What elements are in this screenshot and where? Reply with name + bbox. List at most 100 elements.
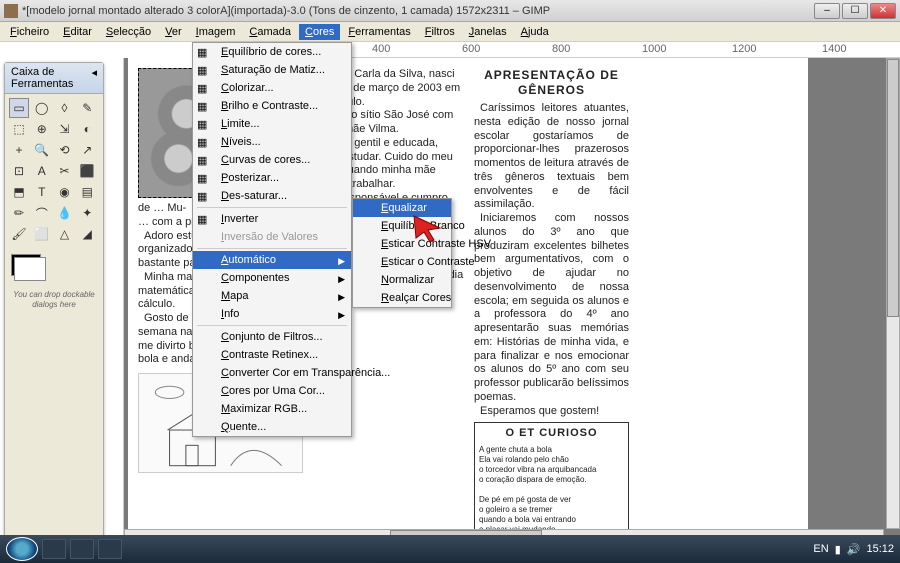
tool-27[interactable]: ◢ [77,224,97,244]
drop-hint: You can drop dockable dialogs here [5,282,103,317]
tool-25[interactable]: ⬜ [32,224,52,244]
colorize-icon: ▦ [197,82,211,96]
menu-editar[interactable]: Editar [57,24,98,40]
menuitem-mapa[interactable]: Mapa▶ [193,287,351,305]
menuitem-curvas-de-cores-[interactable]: ▦Curvas de cores... [193,151,351,169]
submenu-automatico: EqualizarEquilíbrio BrancoEsticar Contra… [352,198,452,308]
tool-13[interactable]: A [32,161,52,181]
menu-cores[interactable]: Cores [299,24,340,40]
menu-ferramentas[interactable]: Ferramentas [342,24,416,40]
menuitem-converter-cor-em-transpar-ncia-[interactable]: Converter Cor em Transparência... [193,364,351,382]
box-heading: O ET CURIOSO [479,427,624,441]
body-text: Caríssimos leitores atuantes, nesta ediç… [474,102,629,212]
menuitem-normalizar[interactable]: Normalizar [353,271,451,289]
menuitem-des-saturar-[interactable]: ▦Des-saturar... [193,187,351,205]
tool-8[interactable]: + [9,140,29,160]
tool-9[interactable]: 🔍 [32,140,52,160]
tool-24[interactable]: 🖌 [9,224,29,244]
tray-lang[interactable]: EN [813,543,828,555]
menuitem-posterizar-[interactable]: ▦Posterizar... [193,169,351,187]
menuitem-esticar-o-contraste[interactable]: Esticar o Contraste [353,253,451,271]
maximize-button[interactable]: ☐ [842,3,868,19]
taskbar: EN ▮ 🔊 15:12 [0,535,900,563]
menuitem-brilho-e-contraste-[interactable]: ▦Brilho e Contraste... [193,97,351,115]
tool-17[interactable]: T [32,182,52,202]
tool-6[interactable]: ⇲ [55,119,75,139]
menuitem-esticar-contraste-hsv[interactable]: Esticar Contraste HSV [353,235,451,253]
tray-clock[interactable]: 15:12 [866,543,894,555]
app-icon [4,4,18,18]
tool-23[interactable]: ✦ [77,203,97,223]
menuitem-info[interactable]: Info▶ [193,305,351,323]
menu-filtros[interactable]: Filtros [419,24,461,40]
tool-14[interactable]: ✂ [55,161,75,181]
tool-11[interactable]: ↗ [77,140,97,160]
tool-12[interactable]: ⊡ [9,161,29,181]
menuitem-equil-brio-de-cores-[interactable]: ▦Equilíbrio de cores... [193,43,351,61]
menu-ver[interactable]: Ver [159,24,188,40]
brightness-icon: ▦ [197,100,211,114]
tool-2[interactable]: ◊ [55,98,75,118]
tool-0[interactable]: ▭ [9,98,29,118]
ruler-vertical [108,58,124,543]
tool-21[interactable]: ⌒ [32,203,52,223]
menuitem-equil-brio-branco[interactable]: Equilíbrio Branco [353,217,451,235]
menuitem-maximizar-rgb-[interactable]: Maximizar RGB... [193,400,351,418]
menuitem-invers-o-de-valores: Inversão de Valores [193,228,351,246]
menuitem-limite-[interactable]: ▦Limite... [193,115,351,133]
tool-18[interactable]: ◉ [55,182,75,202]
close-button[interactable]: ✕ [870,3,896,19]
menuitem-quente-[interactable]: Quente... [193,418,351,436]
toolbox-panel: Caixa de Ferramentas ◂ ▭◯◊✎ ⬚⊕⇲◐ +🔍⟲↗ ⊡A✂⬛ ⬒… [4,62,104,539]
start-button[interactable] [6,537,38,561]
menuitem-autom-tico[interactable]: Automático▶ [193,251,351,269]
tool-7[interactable]: ◐ [77,119,97,139]
minimize-button[interactable]: – [814,3,840,19]
curves-icon: ▦ [197,154,211,168]
toolbox-collapse-icon[interactable]: ◂ [91,66,97,90]
threshold-icon: ▦ [197,118,211,132]
tool-16[interactable]: ⬒ [9,182,29,202]
taskbar-app-icon[interactable] [42,539,66,559]
invert-icon: ▦ [197,213,211,227]
taskbar-app-icon[interactable] [98,539,122,559]
menu-selecção[interactable]: Selecção [100,24,157,40]
menuitem-contraste-retinex-[interactable]: Contraste Retinex... [193,346,351,364]
chevron-right-icon: ▶ [338,310,345,321]
chevron-right-icon: ▶ [338,274,345,285]
tool-3[interactable]: ✎ [77,98,97,118]
system-tray: EN ▮ 🔊 15:12 [813,543,894,556]
window-title: *[modelo jornal montado alterado 3 color… [22,5,814,17]
menuitem-colorizar-[interactable]: ▦Colorizar... [193,79,351,97]
menu-ajuda[interactable]: Ajuda [515,24,555,40]
tool-26[interactable]: △ [55,224,75,244]
color-indicator[interactable] [5,248,103,282]
menu-camada[interactable]: Camada [243,24,297,40]
tool-20[interactable]: ✏ [9,203,29,223]
tool-10[interactable]: ⟲ [55,140,75,160]
menuitem-componentes[interactable]: Componentes▶ [193,269,351,287]
menuitem-real-ar-cores[interactable]: Realçar Cores [353,289,451,307]
menu-imagem[interactable]: Imagem [190,24,242,40]
menuitem-satura-o-de-matiz-[interactable]: ▦Saturação de Matiz... [193,61,351,79]
toolbox-title: Caixa de Ferramentas ◂ [5,63,103,94]
menuitem-equalizar[interactable]: Equalizar [353,199,451,217]
menu-ficheiro[interactable]: Ficheiro [4,24,55,40]
menubar: FicheiroEditarSelecçãoVerImagemCamadaCor… [0,22,900,42]
tool-1[interactable]: ◯ [32,98,52,118]
scrollbar-vertical[interactable] [886,58,900,529]
tool-4[interactable]: ⬚ [9,119,29,139]
tool-19[interactable]: ▤ [77,182,97,202]
tray-network-icon[interactable]: ▮ [835,543,841,556]
tool-15[interactable]: ⬛ [77,161,97,181]
menuitem-n-veis-[interactable]: ▦Níveis... [193,133,351,151]
menuitem-cores-por-uma-cor-[interactable]: Cores por Uma Cor... [193,382,351,400]
menuitem-conjunto-de-filtros-[interactable]: Conjunto de Filtros... [193,328,351,346]
menu-janelas[interactable]: Janelas [463,24,513,40]
tray-volume-icon[interactable]: 🔊 [847,543,861,556]
tool-5[interactable]: ⊕ [32,119,52,139]
body-text: Iniciaremos com nossos alunos do 3º ano … [474,212,629,405]
taskbar-app-icon[interactable] [70,539,94,559]
tool-22[interactable]: 💧 [55,203,75,223]
menuitem-inverter[interactable]: ▦Inverter [193,210,351,228]
